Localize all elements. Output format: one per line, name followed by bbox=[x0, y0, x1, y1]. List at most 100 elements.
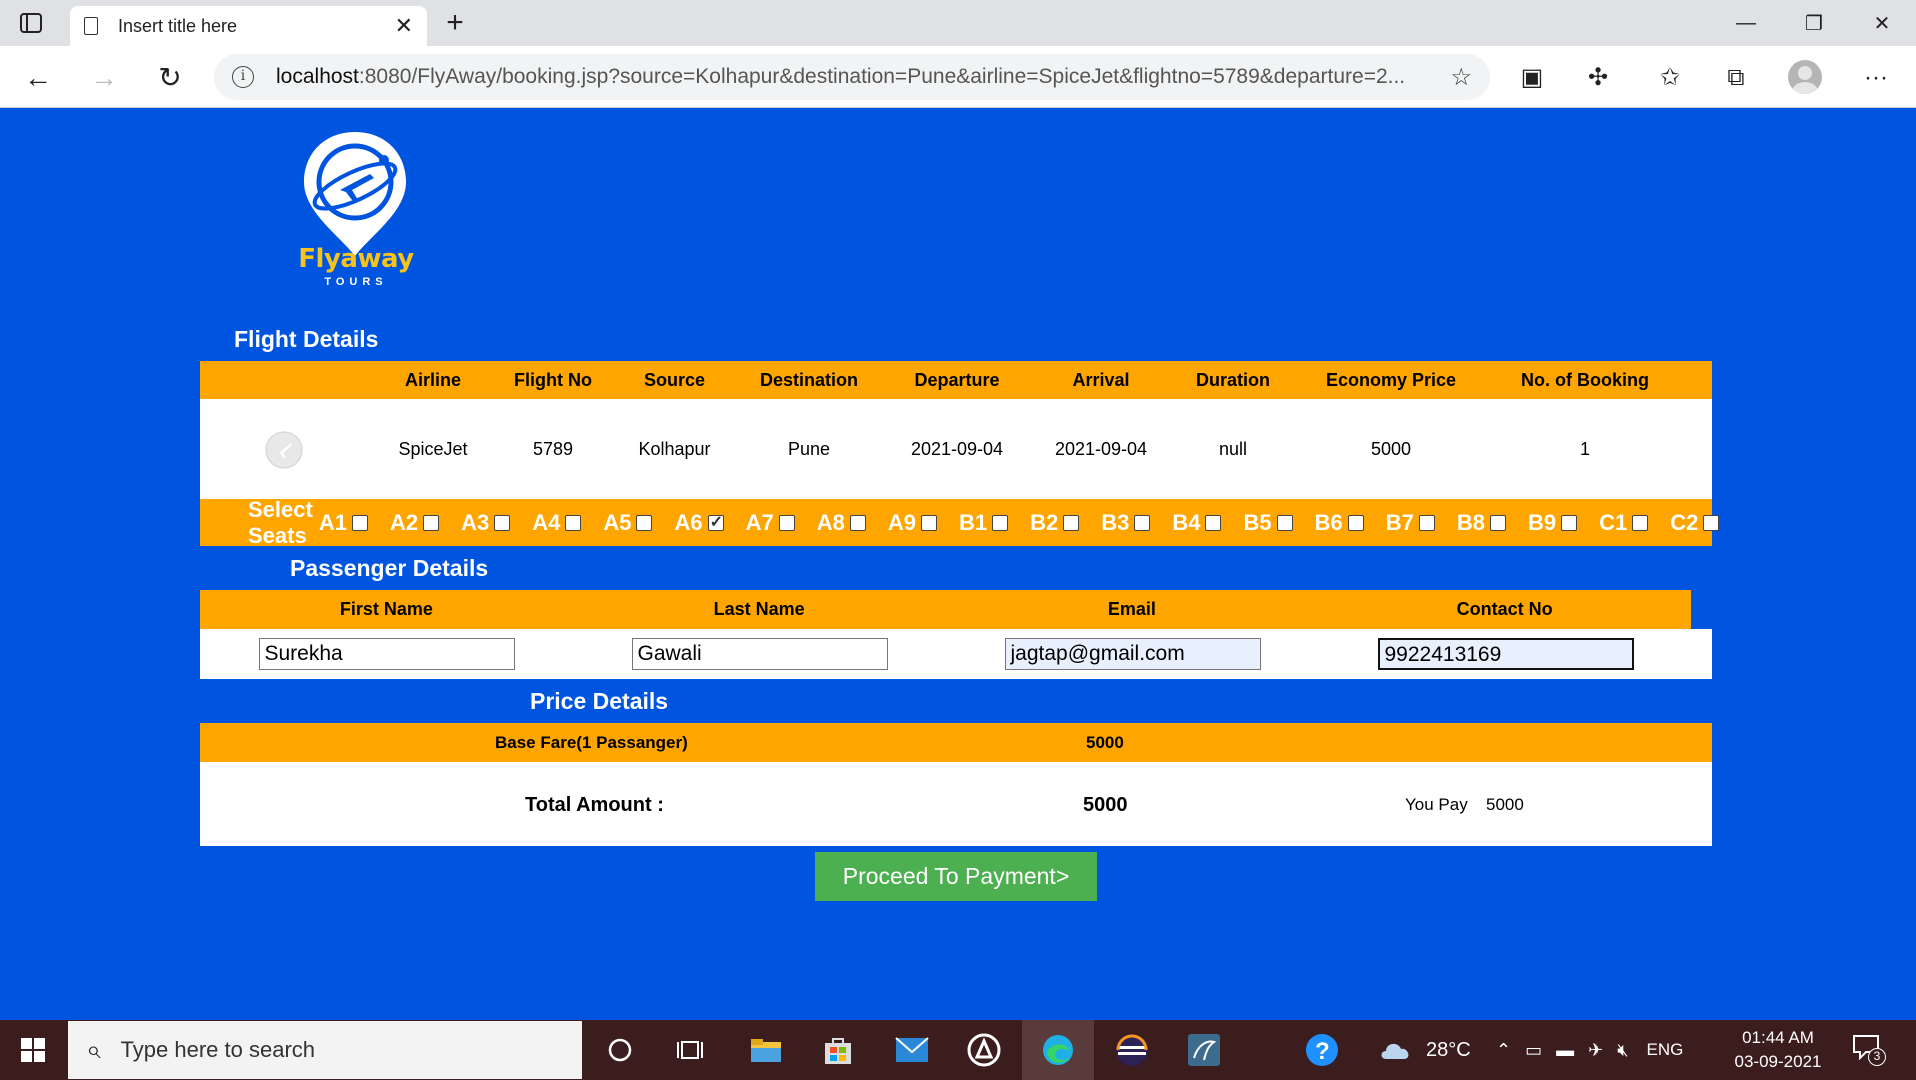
proceed-to-payment-button[interactable]: Proceed To Payment> bbox=[815, 852, 1097, 901]
passenger-header-last-name: Last Name bbox=[713, 599, 805, 619]
seat-selection-bar: Select Seats A1 A2 A3 A4 A5 A6 A7 A8 A9 B1 B2 B3 B4 B… bbox=[200, 497, 1720, 548]
search-placeholder: Type here to search bbox=[120, 1037, 316, 1062]
tab-actions-icon[interactable] bbox=[14, 10, 48, 36]
minimize-icon[interactable]: — bbox=[1712, 0, 1780, 46]
seat-checkbox-a2[interactable] bbox=[423, 514, 440, 531]
total-amount-value: 5000 bbox=[1083, 794, 1128, 816]
windows-taskbar: ⌕ Type here to search ? 28°C ⌃ ▭ ▬ ✈ 🔇︎ … bbox=[0, 1020, 1916, 1080]
total-amount-label: Total Amount : bbox=[525, 794, 664, 816]
extensions-icon[interactable]: ✣ bbox=[1580, 60, 1616, 96]
meet-now-icon[interactable]: ▭ bbox=[1525, 1040, 1542, 1061]
seat-option-a9: A9 bbox=[878, 510, 949, 536]
flight-departure: 2021-09-04 bbox=[910, 439, 1004, 459]
seat-checkbox-c2[interactable] bbox=[1703, 514, 1720, 531]
email-field[interactable]: jagtap@gmail.com bbox=[1004, 638, 1261, 670]
seat-label: B9 bbox=[1527, 509, 1557, 535]
flight-destination: Pune bbox=[787, 439, 831, 459]
seat-checkbox-b7[interactable] bbox=[1418, 514, 1435, 531]
seat-option-b7: B7 bbox=[1376, 510, 1447, 536]
start-button[interactable] bbox=[0, 1020, 66, 1080]
flight-header-arrival: Arrival bbox=[1072, 369, 1130, 390]
window-controls: — ❐ ✕ bbox=[1712, 0, 1916, 46]
back-icon[interactable]: ← bbox=[20, 60, 56, 96]
info-icon[interactable]: i bbox=[232, 66, 254, 88]
seat-label: B7 bbox=[1385, 509, 1414, 535]
seat-checkbox-b5[interactable] bbox=[1276, 514, 1293, 531]
seat-checkbox-b9[interactable] bbox=[1561, 514, 1578, 531]
seat-label: B3 bbox=[1101, 509, 1130, 535]
address-bar[interactable]: i localhost:8080/FlyAway/booking.jsp?sou… bbox=[214, 54, 1490, 100]
reading-view-icon[interactable]: ▣ bbox=[1514, 60, 1550, 96]
cortana-icon[interactable] bbox=[598, 1028, 642, 1072]
last-name-field[interactable]: Gawali bbox=[631, 638, 888, 670]
volume-mute-icon[interactable]: 🔇︎ bbox=[1617, 1040, 1628, 1061]
add-favorite-icon[interactable]: ☆ bbox=[1450, 63, 1472, 92]
clock-date: 03-09-2021 bbox=[1734, 1052, 1822, 1071]
seat-checkbox-b8[interactable] bbox=[1489, 514, 1506, 531]
seat-checkbox-a4[interactable] bbox=[565, 514, 582, 531]
seat-label: A8 bbox=[816, 509, 845, 535]
seat-label: B1 bbox=[958, 509, 988, 535]
seat-checkbox-a9[interactable] bbox=[920, 514, 937, 531]
seat-checkbox-b2[interactable] bbox=[1063, 514, 1080, 531]
mysql-workbench-icon[interactable] bbox=[1178, 1028, 1230, 1072]
mail-icon[interactable] bbox=[890, 1028, 934, 1072]
seat-checkbox-b3[interactable] bbox=[1134, 514, 1151, 531]
seat-checkbox-a7[interactable] bbox=[778, 514, 795, 531]
seat-checkbox-a6[interactable] bbox=[707, 512, 724, 532]
url-path: :8080/FlyAway/booking.jsp?source=Kolhapu… bbox=[358, 65, 1406, 88]
collections-icon[interactable]: ⧉ bbox=[1718, 60, 1754, 96]
url-text[interactable]: localhost:8080/FlyAway/booking.jsp?sourc… bbox=[276, 65, 1430, 89]
seat-label: B8 bbox=[1456, 509, 1485, 535]
seat-option-b3: B3 bbox=[1091, 510, 1162, 536]
profile-avatar[interactable] bbox=[1788, 60, 1822, 94]
forward-icon[interactable]: → bbox=[86, 60, 122, 96]
passenger-table-header: First Name Last Name Email Contact No bbox=[200, 590, 1691, 629]
show-hidden-icons-icon[interactable]: ⌃ bbox=[1496, 1040, 1511, 1061]
base-fare-label: Base Fare(1 Passanger) bbox=[495, 733, 688, 752]
weather-widget[interactable]: 28°C bbox=[1378, 1020, 1471, 1080]
seat-checkbox-a8[interactable] bbox=[849, 514, 866, 531]
clock-time: 01:44 AM bbox=[1742, 1028, 1814, 1047]
eclipse-icon[interactable] bbox=[1106, 1028, 1158, 1072]
help-icon[interactable]: ? bbox=[1300, 1028, 1344, 1072]
contact-number-field[interactable]: 9922413169 bbox=[1377, 638, 1634, 670]
seat-checkbox-b4[interactable] bbox=[1205, 514, 1222, 531]
store-icon[interactable] bbox=[816, 1028, 860, 1072]
seat-checkbox-a3[interactable] bbox=[494, 514, 511, 531]
you-pay-value: 5000 bbox=[1486, 795, 1524, 814]
seat-checkbox-a5[interactable] bbox=[636, 514, 653, 531]
language-indicator[interactable]: ENG bbox=[1647, 1040, 1684, 1060]
flight-header-source: Source bbox=[643, 369, 706, 390]
favorites-icon[interactable]: ✩ bbox=[1652, 60, 1688, 96]
task-view-icon[interactable] bbox=[668, 1028, 712, 1072]
seat-checkbox-b1[interactable] bbox=[992, 514, 1009, 531]
more-menu-icon[interactable]: ··· bbox=[1858, 60, 1894, 96]
seat-option-a1: A1 bbox=[313, 510, 380, 536]
seat-label: B6 bbox=[1314, 509, 1343, 535]
file-explorer-icon[interactable] bbox=[744, 1028, 788, 1072]
seat-checkbox-c1[interactable] bbox=[1632, 514, 1649, 531]
battery-icon[interactable]: ▬ bbox=[1556, 1040, 1574, 1061]
seat-checkbox-a1[interactable] bbox=[351, 514, 368, 531]
seat-option-b9: B9 bbox=[1518, 510, 1589, 536]
flight-header-economy-price: Economy Price bbox=[1325, 369, 1457, 390]
restore-icon[interactable]: ❐ bbox=[1780, 0, 1848, 46]
seat-option-a2: A2 bbox=[380, 510, 451, 536]
close-window-icon[interactable]: ✕ bbox=[1848, 0, 1916, 46]
taskbar-clock[interactable]: 01:44 AM 03-09-2021 bbox=[1718, 1026, 1838, 1074]
tab-close-icon[interactable]: ✕ bbox=[395, 13, 413, 39]
refresh-icon[interactable]: ↻ bbox=[152, 60, 188, 96]
new-tab-icon[interactable]: + bbox=[438, 6, 472, 40]
airplane-icon[interactable]: ✈ bbox=[1588, 1040, 1603, 1061]
app-icon[interactable] bbox=[962, 1028, 1006, 1072]
notification-center-icon[interactable]: 3 bbox=[1852, 1034, 1886, 1066]
seat-checkbox-b6[interactable] bbox=[1347, 514, 1364, 531]
browser-tab[interactable]: Insert title here ✕ bbox=[70, 6, 427, 46]
cloud-icon bbox=[1381, 1043, 1409, 1059]
taskbar-search-box[interactable]: ⌕ Type here to search bbox=[68, 1021, 582, 1079]
seat-option-b6: B6 bbox=[1305, 510, 1376, 536]
first-name-field[interactable]: Surekha bbox=[258, 638, 515, 670]
edge-browser-icon[interactable] bbox=[1022, 1020, 1094, 1080]
seat-option-b5: B5 bbox=[1233, 510, 1304, 536]
